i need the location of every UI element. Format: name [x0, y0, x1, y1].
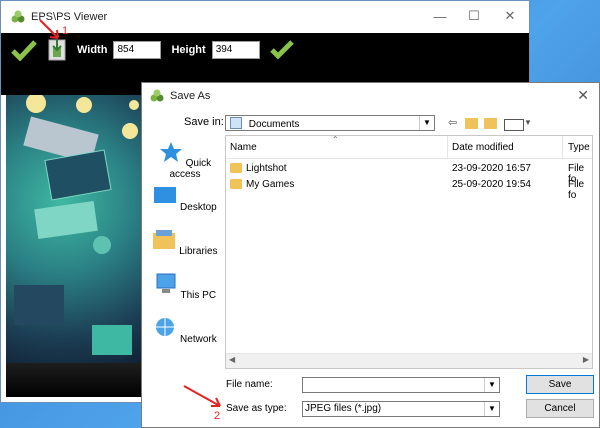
- file-name-label: File name:: [226, 379, 273, 390]
- maximize-button[interactable]: ☐: [459, 5, 489, 27]
- preview-artwork: [14, 95, 139, 355]
- annotation-step-1: 1: [62, 25, 69, 37]
- cancel-button[interactable]: Cancel: [526, 399, 594, 418]
- file-date: 25-09-2020 19:54: [452, 179, 531, 190]
- save-type-value: JPEG files (*.jpg): [305, 403, 382, 414]
- file-date: 23-09-2020 16:57: [452, 163, 531, 174]
- file-name: My Games: [246, 179, 295, 190]
- column-name[interactable]: Name: [230, 142, 257, 153]
- view-menu-icon[interactable]: [504, 119, 524, 131]
- places-bar: Quick access Desktop Libraries This PC N…: [148, 135, 222, 369]
- sort-up-icon: ⌃: [332, 135, 339, 144]
- file-row[interactable]: My Games 25-09-2020 19:54 File fo: [226, 177, 592, 201]
- viewer-toolbar: Width 854 Height 394: [1, 33, 529, 67]
- folder-icon: [230, 163, 242, 173]
- place-label: Libraries: [179, 246, 218, 257]
- close-button[interactable]: ✕: [495, 5, 525, 27]
- column-divider[interactable]: [562, 136, 563, 158]
- width-label: Width: [77, 44, 108, 56]
- column-date[interactable]: Date modified: [452, 142, 514, 153]
- column-divider[interactable]: [447, 136, 448, 158]
- file-type: File fo: [568, 179, 585, 201]
- annotation-step-2: 2: [214, 410, 221, 422]
- quick-access-icon: [159, 142, 182, 162]
- dialog-title: Save As: [170, 90, 211, 102]
- place-network[interactable]: Network: [148, 317, 222, 345]
- save-in-combo[interactable]: Documents ▼: [225, 115, 435, 131]
- place-desktop[interactable]: Desktop: [148, 185, 222, 213]
- place-label: Desktop: [180, 202, 217, 213]
- horizontal-scrollbar[interactable]: ◀ ▶: [226, 353, 592, 368]
- file-list-header: Name ⌃ Date modified Type: [226, 136, 592, 159]
- save-button[interactable]: Save: [526, 375, 594, 394]
- save-in-label: Save in:: [184, 116, 224, 128]
- file-list: Name ⌃ Date modified Type Lightshot 23-0…: [225, 135, 593, 369]
- new-folder-icon[interactable]: [484, 118, 497, 129]
- view-dropdown-icon[interactable]: ▼: [524, 118, 532, 132]
- file-name-input[interactable]: ▼: [302, 377, 500, 393]
- app-icon: [11, 10, 25, 23]
- place-libraries[interactable]: Libraries: [148, 229, 222, 257]
- save-type-select[interactable]: JPEG files (*.jpg) ▼: [302, 401, 500, 417]
- dialog-titlebar: Save As ✕: [142, 83, 599, 109]
- file-name: Lightshot: [246, 163, 287, 174]
- save-as-dialog: Save As ✕ Save in: Documents ▼ ⇦ ▼ Quick…: [141, 82, 600, 428]
- chevron-down-icon: ▼: [484, 402, 499, 416]
- chevron-down-icon: ▼: [419, 116, 434, 130]
- width-input[interactable]: 854: [113, 41, 162, 59]
- scroll-left-icon[interactable]: ◀: [229, 355, 235, 364]
- place-label: Network: [180, 334, 217, 345]
- viewer-titlebar: EPS\PS Viewer — ☐ ✕: [1, 1, 529, 33]
- save-type-label: Save as type:: [226, 403, 287, 414]
- height-input[interactable]: 394: [211, 41, 260, 59]
- dialog-app-icon: [150, 89, 164, 102]
- minimize-button[interactable]: —: [425, 5, 455, 27]
- place-label: This PC: [180, 290, 217, 301]
- chevron-down-icon: ▼: [484, 378, 499, 392]
- document-preview: [6, 95, 146, 363]
- height-label: Height: [171, 44, 206, 56]
- documents-icon: [230, 117, 242, 129]
- dialog-close-button[interactable]: ✕: [577, 87, 589, 104]
- libraries-icon: [153, 230, 176, 249]
- confirm-check-icon[interactable]: [269, 40, 294, 60]
- apply-check-icon[interactable]: [11, 39, 37, 61]
- place-quick-access[interactable]: Quick access: [148, 141, 222, 180]
- scroll-right-icon[interactable]: ▶: [583, 355, 589, 364]
- folder-icon: [230, 179, 242, 189]
- back-icon[interactable]: ⇦: [448, 116, 457, 130]
- desktop-icon: [154, 187, 177, 203]
- column-type[interactable]: Type: [568, 142, 590, 153]
- network-icon: [156, 318, 175, 336]
- save-in-value: Documents: [248, 119, 300, 130]
- up-folder-icon[interactable]: [465, 118, 478, 129]
- place-this-pc[interactable]: This PC: [148, 273, 222, 301]
- this-pc-icon: [156, 273, 176, 293]
- file-row[interactable]: Lightshot 23-09-2020 16:57 File fo: [226, 161, 592, 185]
